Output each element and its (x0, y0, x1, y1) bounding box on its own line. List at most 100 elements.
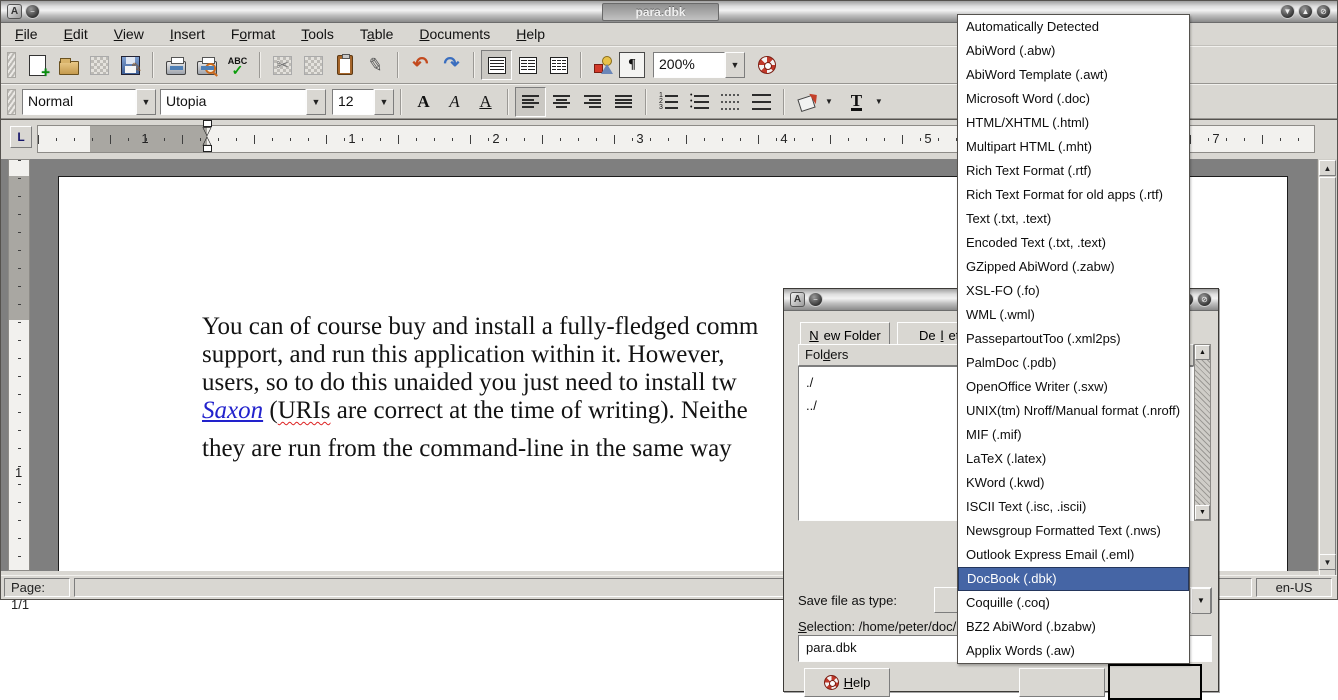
folders-scroll-up[interactable]: ▲ (1195, 345, 1210, 360)
insert-graphic-button[interactable] (588, 50, 619, 80)
format-option[interactable]: LaTeX (.latex) (958, 447, 1189, 471)
toolbar-handle[interactable] (7, 89, 16, 115)
format-option[interactable]: Outlook Express Email (.eml) (958, 543, 1189, 567)
style-value[interactable]: Normal (22, 89, 136, 115)
menu-documents[interactable]: Documents (419, 26, 490, 42)
format-option[interactable]: GZipped AbiWord (.zabw) (958, 255, 1189, 279)
saxon-hyperlink[interactable]: Saxon (202, 397, 263, 424)
highlight-color-button[interactable] (791, 87, 822, 117)
menu-table[interactable]: Table (360, 26, 393, 42)
view-two-column-button[interactable] (512, 50, 543, 80)
dialog-window-menu-button[interactable]: − (808, 292, 823, 307)
zoom-dropdown-arrow[interactable]: ▼ (725, 52, 745, 78)
help-button[interactable] (751, 50, 782, 80)
format-option[interactable]: Multipart HTML (.mht) (958, 135, 1189, 159)
bullet-list-button[interactable]: ••• (684, 87, 715, 117)
window-menu-button[interactable]: − (25, 4, 40, 19)
menu-tools[interactable]: Tools (301, 26, 334, 42)
undo-button[interactable]: ↶ (405, 50, 436, 80)
format-option[interactable]: HTML/XHTML (.html) (958, 111, 1189, 135)
scroll-up-button[interactable]: ▲ (1319, 160, 1336, 176)
format-option[interactable]: Encoded Text (.txt, .text) (958, 231, 1189, 255)
format-option-selected[interactable]: DocBook (.dbk) (958, 567, 1189, 591)
file-type-dropdown-arrow[interactable]: ▼ (1191, 588, 1211, 614)
redo-button[interactable]: ↷ (436, 50, 467, 80)
tab-selector-button[interactable]: L (10, 126, 32, 148)
align-left-button[interactable] (515, 87, 546, 117)
save-as-button[interactable]: ✎ (115, 50, 146, 80)
menu-edit[interactable]: Edit (64, 26, 88, 42)
format-option[interactable]: PalmDoc (.pdb) (958, 351, 1189, 375)
dialog-help-button[interactable]: Help (804, 668, 890, 697)
format-option[interactable]: KWord (.kwd) (958, 471, 1189, 495)
format-option[interactable]: Text (.txt, .text) (958, 207, 1189, 231)
format-option[interactable]: OpenOffice Writer (.sxw) (958, 375, 1189, 399)
menu-file[interactable]: File (15, 26, 38, 42)
format-option[interactable]: MIF (.mif) (958, 423, 1189, 447)
close-button[interactable]: ⊘ (1316, 4, 1331, 19)
format-option[interactable]: PassepartoutToo (.xml2ps) (958, 327, 1189, 351)
zoom-value[interactable]: 200% (653, 52, 725, 78)
indent-marker[interactable]: ▽ △ (200, 120, 214, 160)
italic-button[interactable]: A (439, 87, 470, 117)
font-color-button[interactable]: T (841, 87, 872, 117)
save-as-icon: ✎ (121, 56, 140, 75)
folders-scrollbar[interactable]: ▲ ▼ (1194, 344, 1211, 521)
shade-button[interactable]: ▼ (1280, 4, 1295, 19)
format-option[interactable]: AbiWord (.abw) (958, 39, 1189, 63)
scroll-down-button[interactable]: ▼ (1319, 554, 1336, 570)
format-option[interactable]: Rich Text Format (.rtf) (958, 159, 1189, 183)
format-option[interactable]: Newsgroup Formatted Text (.nws) (958, 519, 1189, 543)
format-option[interactable]: Rich Text Format for old apps (.rtf) (958, 183, 1189, 207)
font-dropdown-arrow[interactable]: ▼ (306, 89, 326, 115)
cancel-button[interactable] (1019, 668, 1105, 697)
menu-help[interactable]: Help (516, 26, 545, 42)
align-right-button[interactable] (577, 87, 608, 117)
format-option[interactable]: Automatically Detected (958, 15, 1189, 39)
format-option[interactable]: WML (.wml) (958, 303, 1189, 327)
align-justify-button[interactable] (608, 87, 639, 117)
bold-button[interactable]: A (408, 87, 439, 117)
format-option[interactable]: Coquille (.coq) (958, 591, 1189, 615)
folders-scroll-down[interactable]: ▼ (1195, 505, 1210, 520)
increase-indent-button[interactable] (746, 87, 777, 117)
spellcheck-button[interactable]: ABC ✓ (222, 50, 253, 80)
view-three-column-button[interactable] (543, 50, 574, 80)
print-preview-button[interactable] (191, 50, 222, 80)
format-option[interactable]: XSL-FO (.fo) (958, 279, 1189, 303)
format-option[interactable]: AbiWord Template (.awt) (958, 63, 1189, 87)
format-option[interactable]: Applix Words (.aw) (958, 639, 1189, 663)
new-document-button[interactable]: + (22, 50, 53, 80)
open-button[interactable] (53, 50, 84, 80)
menu-view[interactable]: View (114, 26, 144, 42)
vertical-scrollbar[interactable]: ▲ ▼ (1317, 159, 1337, 571)
format-option[interactable]: UNIX(tm) Nroff/Manual format (.nroff) (958, 399, 1189, 423)
view-normal-button[interactable] (481, 50, 512, 80)
format-option[interactable]: Microsoft Word (.doc) (958, 87, 1189, 111)
font-value[interactable]: Utopia (160, 89, 306, 115)
font-color-dropdown[interactable]: ▼ (875, 97, 883, 106)
numbered-list-icon: 123 (659, 94, 678, 110)
underline-button[interactable]: A (470, 87, 501, 117)
style-dropdown-arrow[interactable]: ▼ (136, 89, 156, 115)
dialog-close-button[interactable]: ⊘ (1197, 292, 1212, 307)
selection-label: Selection: /home/peter/doc/ (798, 619, 956, 634)
vertical-ruler[interactable]: 1 (8, 159, 30, 571)
highlight-color-dropdown[interactable]: ▼ (825, 97, 833, 106)
font-size-dropdown-arrow[interactable]: ▼ (374, 89, 394, 115)
format-option[interactable]: ISCII Text (.isc, .iscii) (958, 495, 1189, 519)
format-option[interactable]: BZ2 AbiWord (.bzabw) (958, 615, 1189, 639)
maximize-button[interactable]: ▲ (1298, 4, 1313, 19)
toolbar-handle[interactable] (7, 52, 16, 78)
numbered-list-button[interactable]: 123 (653, 87, 684, 117)
scrollbar-thumb[interactable] (1319, 177, 1336, 581)
print-button[interactable] (160, 50, 191, 80)
paste-button[interactable] (329, 50, 360, 80)
font-size-value[interactable]: 12 (332, 89, 374, 115)
pen-button[interactable]: ✎ (360, 50, 391, 80)
decrease-indent-button (715, 87, 746, 117)
menu-insert[interactable]: Insert (170, 26, 205, 42)
show-formatting-marks-button[interactable]: ¶ (619, 52, 645, 78)
menu-format[interactable]: Format (231, 26, 275, 42)
align-center-button[interactable] (546, 87, 577, 117)
